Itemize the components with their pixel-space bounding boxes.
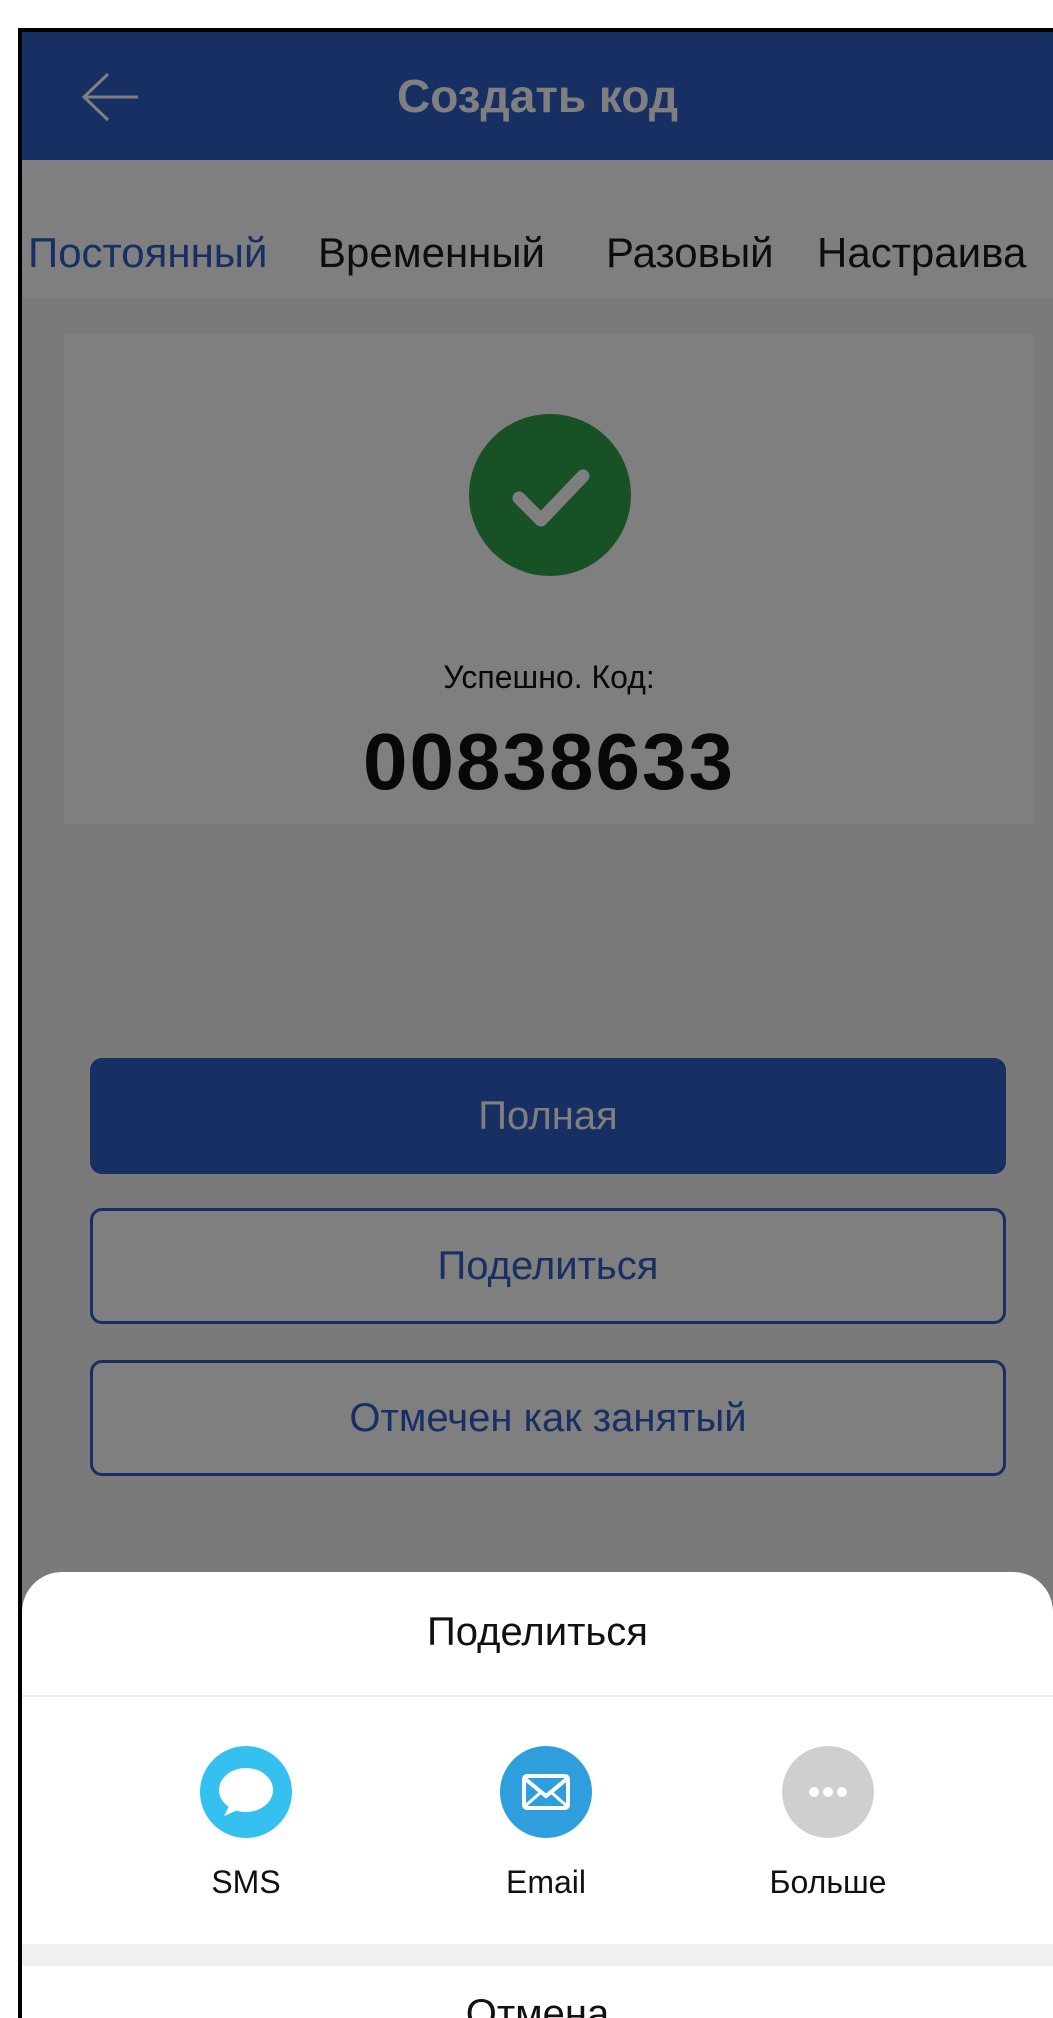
envelope-icon [500, 1746, 592, 1838]
share-option-sms[interactable]: SMS [146, 1746, 346, 1901]
share-sheet: Поделиться SMS Email Больше Отмена [22, 1572, 1053, 2018]
divider [22, 1695, 1053, 1697]
share-option-label: SMS [211, 1864, 281, 1900]
sheet-separator [22, 1944, 1053, 1966]
share-option-more[interactable]: Больше [728, 1746, 928, 1901]
cancel-button[interactable]: Отмена [22, 1992, 1053, 2018]
sms-bubble-icon [200, 1746, 292, 1838]
share-option-label: Больше [769, 1864, 887, 1900]
more-dots-icon [782, 1746, 874, 1838]
phone-screen: Создать код Постоянный Временный Разовый… [18, 28, 1053, 2018]
share-option-label: Email [505, 1864, 586, 1900]
share-sheet-title: Поделиться [427, 1610, 648, 1654]
share-option-email[interactable]: Email [446, 1746, 646, 1901]
